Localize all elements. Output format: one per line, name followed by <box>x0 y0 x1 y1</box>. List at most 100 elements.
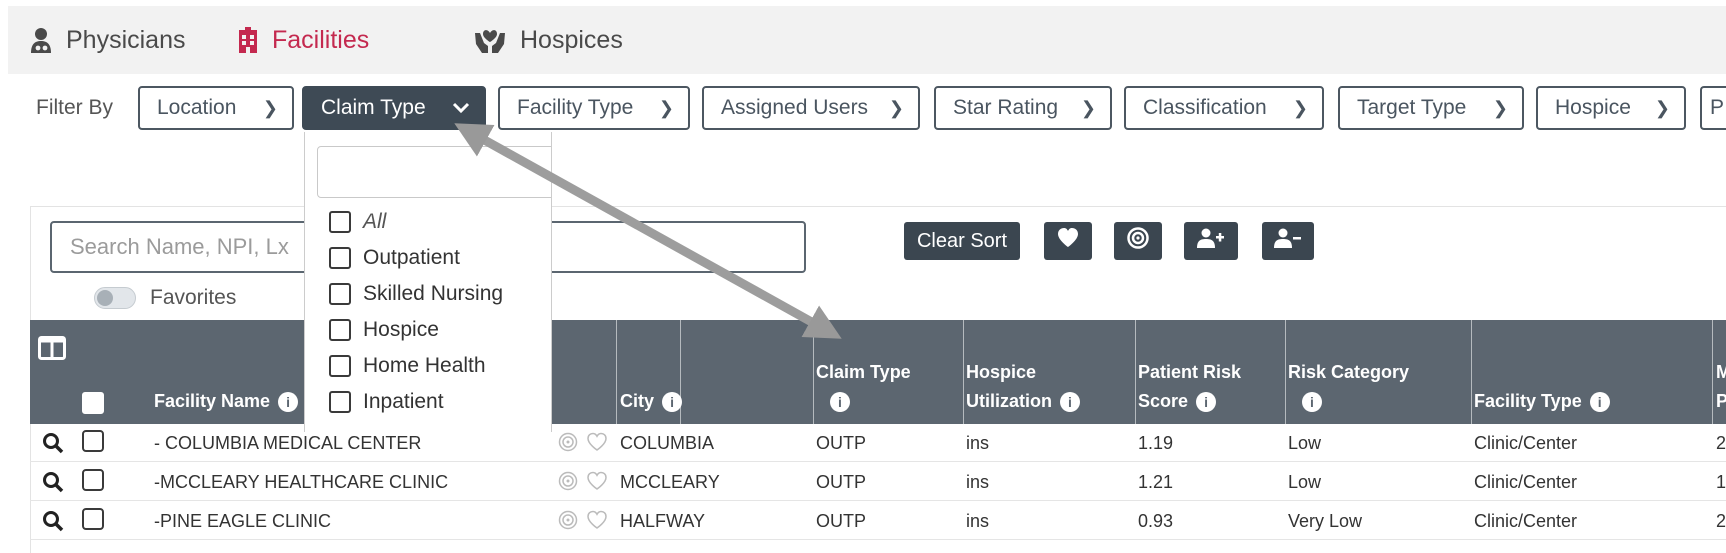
chevron-right-icon: ❯ <box>1492 97 1508 118</box>
filter-target-type-button[interactable]: Target Type ❯ <box>1338 86 1524 130</box>
search-icon[interactable] <box>42 471 64 498</box>
info-icon[interactable]: i <box>1589 392 1610 413</box>
col-label: Facility Type <box>1474 391 1582 411</box>
col-patient-risk-score[interactable]: Patient Risk Score i <box>1138 358 1241 416</box>
clear-sort-button[interactable]: Clear Sort <box>904 222 1020 260</box>
doctor-icon <box>30 27 52 53</box>
col-label: Patient Risk <box>1138 362 1242 382</box>
info-icon[interactable]: i <box>1060 392 1080 413</box>
columns-icon[interactable] <box>38 336 66 365</box>
row-checkbox[interactable] <box>82 469 104 491</box>
tab-label: Physicians <box>66 25 186 54</box>
filter-facility-type-button[interactable]: Facility Type ❯ <box>498 86 690 130</box>
option-checkbox[interactable] <box>329 391 351 413</box>
tab-physicians[interactable]: Physicians <box>30 6 186 74</box>
option-checkbox[interactable] <box>329 283 351 305</box>
info-icon[interactable]: i <box>1302 392 1322 413</box>
filter-claim-type-button[interactable]: Claim Type <box>302 86 486 130</box>
option-skilled-nursing[interactable]: Skilled Nursing <box>329 276 503 312</box>
option-hospice[interactable]: Hospice <box>329 312 503 348</box>
facility-type: Clinic/Center <box>1474 433 1578 453</box>
col-facility-name[interactable]: Facility Name i <box>154 387 299 416</box>
col-claim-type[interactable]: Claim Type i <box>816 358 911 416</box>
row-checkbox[interactable] <box>82 430 104 452</box>
dropdown-search-input[interactable] <box>317 146 551 198</box>
target-icon[interactable] <box>558 471 578 496</box>
option-inpatient[interactable]: Inpatient <box>329 384 503 420</box>
patient-risk-score: 1.19 <box>1138 433 1174 453</box>
col-risk-category[interactable]: Risk Category i <box>1288 358 1409 416</box>
app-window: Physicians Facilities Hospices Filter By… <box>0 0 1726 553</box>
option-checkbox[interactable] <box>329 355 351 377</box>
tab-hospices[interactable]: Hospices <box>474 6 623 74</box>
select-all-checkbox[interactable] <box>82 392 104 414</box>
col-facility-type[interactable]: Facility Type i <box>1474 387 1610 416</box>
filter-hospice-button[interactable]: Hospice ❯ <box>1536 86 1686 130</box>
col-city[interactable]: City i <box>620 387 683 416</box>
filter-button-label: Facility Type <box>517 96 634 119</box>
filter-button-label: Hospice <box>1555 96 1631 119</box>
heart-icon[interactable] <box>586 432 608 457</box>
claim-type: OUTP <box>816 433 867 453</box>
target-icon[interactable] <box>558 432 578 457</box>
chevron-right-icon: ❯ <box>658 97 674 118</box>
table-row[interactable]: -PINE EAGLE CLINIC HALFWAY OUTP ins 0.93… <box>30 502 1726 540</box>
chevron-right-icon: ❯ <box>262 97 278 118</box>
facility-name: -PINE EAGLE CLINIC <box>154 511 332 531</box>
col-m[interactable]: M P <box>1716 358 1726 416</box>
favorites-label: Favorites <box>150 286 237 309</box>
info-icon[interactable]: i <box>662 392 683 413</box>
col-label: Score <box>1138 391 1189 411</box>
building-icon <box>238 27 258 53</box>
filter-classification-button[interactable]: Classification ❯ <box>1124 86 1324 130</box>
table-row[interactable]: -MCCLEARY HEALTHCARE CLINIC MCCLEARY OUT… <box>30 463 1726 501</box>
heart-icon[interactable] <box>586 471 608 496</box>
col-label: Hospice <box>966 362 1037 382</box>
filter-by-label: Filter By <box>36 96 114 119</box>
facility-type: Clinic/Center <box>1474 472 1578 492</box>
panel-border <box>30 206 1726 207</box>
heart-icon[interactable] <box>586 510 608 535</box>
m-value: 2 <box>1716 433 1726 453</box>
info-icon[interactable]: i <box>830 392 850 413</box>
table-row[interactable]: - COLUMBIA MEDICAL CENTER COLUMBIA OUTP … <box>30 424 1726 462</box>
option-label: Outpatient <box>363 246 460 269</box>
favorites-filter-button[interactable] <box>1044 222 1092 260</box>
target-icon[interactable] <box>558 510 578 535</box>
filter-more-button[interactable]: P <box>1700 86 1726 130</box>
filter-button-label: Classification <box>1143 96 1267 119</box>
target-filter-button[interactable] <box>1114 222 1162 260</box>
filter-button-label: Location <box>157 96 237 119</box>
option-label: All <box>363 210 387 233</box>
chevron-right-icon: ❯ <box>1654 97 1670 118</box>
filter-star-rating-button[interactable]: Star Rating ❯ <box>934 86 1112 130</box>
option-outpatient[interactable]: Outpatient <box>329 240 503 276</box>
info-icon[interactable]: i <box>278 392 299 413</box>
tab-facilities[interactable]: Facilities <box>238 6 369 74</box>
col-divider <box>963 320 964 424</box>
table-header: Facility Name i City i Claim Type i Hospic… <box>30 320 1726 424</box>
col-label: Risk Category <box>1288 362 1410 382</box>
remove-user-button[interactable] <box>1262 222 1314 260</box>
option-all[interactable]: All <box>329 204 503 240</box>
search-icon[interactable] <box>42 432 64 459</box>
top-nav: Physicians Facilities Hospices <box>8 6 1726 74</box>
search-icon[interactable] <box>42 510 64 537</box>
hands-heart-icon <box>474 27 506 53</box>
info-icon[interactable]: i <box>1196 392 1217 413</box>
option-checkbox[interactable] <box>329 247 351 269</box>
filter-assigned-users-button[interactable]: Assigned Users ❯ <box>702 86 920 130</box>
favorites-toggle[interactable]: Favorites <box>94 286 236 310</box>
col-divider <box>1285 320 1286 424</box>
option-checkbox[interactable] <box>329 319 351 341</box>
filter-location-button[interactable]: Location ❯ <box>138 86 294 130</box>
option-checkbox[interactable] <box>329 211 351 233</box>
chevron-right-icon: ❯ <box>1292 97 1308 118</box>
col-hospice-utilization[interactable]: Hospice Utilization i <box>966 358 1080 416</box>
option-home-health[interactable]: Home Health <box>329 348 503 384</box>
favorites-switch[interactable] <box>94 287 136 309</box>
risk-category: Very Low <box>1288 511 1363 531</box>
add-user-button[interactable] <box>1184 222 1238 260</box>
row-checkbox[interactable] <box>82 508 104 530</box>
m-value: 1 <box>1716 472 1726 492</box>
